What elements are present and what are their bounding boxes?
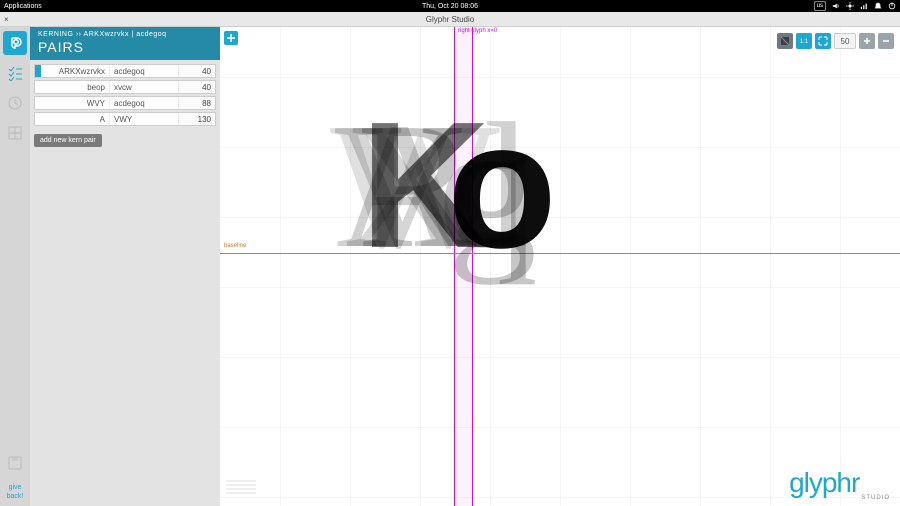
kern-pairs-table: ARKXwzrvkx acdegoq 40 beop xvcw 40 WVY a… xyxy=(34,64,216,126)
window-title: Glyphr Studio xyxy=(0,15,900,24)
right-glyph-d: d xyxy=(438,96,528,276)
brand-name: glyphr xyxy=(789,467,859,498)
view-toolbar: 1:1 50 xyxy=(777,33,894,49)
zoom-percent-field[interactable]: 50 xyxy=(834,33,856,49)
nav-main-logo[interactable] xyxy=(3,31,27,55)
toggle-dark-button[interactable] xyxy=(777,33,793,49)
kern-value[interactable]: 88 xyxy=(179,97,215,109)
kern-pair-row[interactable]: beop xvcw 40 xyxy=(34,80,216,94)
svg-text:1:1: 1:1 xyxy=(800,39,809,45)
kern-right-group: xvcw xyxy=(110,81,179,93)
left-glyph-V: V xyxy=(333,96,463,276)
nav-guides-icon[interactable] xyxy=(3,121,27,145)
canvas-tool-button[interactable] xyxy=(224,31,238,45)
zoom-fit-button[interactable] xyxy=(815,33,831,49)
canvas-stamp xyxy=(226,477,256,497)
left-nav-rail: give back! xyxy=(0,27,30,506)
kern-left-group: A xyxy=(41,113,110,125)
right-glyph-q: q xyxy=(448,96,538,276)
panel-header: KERNING ›› ARKXwzrvkx | acdegoq PAIRS xyxy=(30,27,220,60)
kern-pair-row[interactable]: WVY acdegoq 88 xyxy=(34,96,216,110)
kern-pair-row[interactable]: ARKXwzrvkx acdegoq 40 xyxy=(34,64,216,78)
applications-menu[interactable]: Applications xyxy=(4,3,42,10)
kern-right-group: acdegoq xyxy=(110,97,179,109)
kern-value[interactable]: 40 xyxy=(179,81,215,93)
kern-left-edge-guide[interactable] xyxy=(454,27,455,506)
brightness-icon[interactable] xyxy=(846,2,854,10)
os-clock: Thu, Oct 20 08:06 xyxy=(0,3,900,10)
notifications-icon[interactable] xyxy=(874,2,882,10)
right-glyph-o: o xyxy=(447,96,557,276)
brand-logo: glyphrSTUDIO xyxy=(789,467,890,501)
kern-right-group: VWY xyxy=(110,113,179,125)
kern-left-group: WVY xyxy=(41,97,110,109)
nav-save-icon[interactable] xyxy=(3,451,27,475)
side-panel: KERNING ›› ARKXwzrvkx | acdegoq PAIRS AR… xyxy=(30,27,220,506)
zoom-out-button[interactable] xyxy=(878,33,894,49)
keyboard-layout-indicator[interactable]: us xyxy=(814,1,826,11)
right-glyph-origin-label: right glyph x=0 xyxy=(458,28,497,34)
left-glyph-W: W xyxy=(330,96,500,276)
canvas-grid xyxy=(220,27,900,506)
kern-value[interactable]: 40 xyxy=(179,65,215,77)
kern-gap-strip xyxy=(454,27,472,506)
left-glyph-K: K xyxy=(360,96,490,276)
left-glyph-R: R xyxy=(357,96,477,276)
kern-right-group: acdegoq xyxy=(110,65,179,77)
baseline-label: baseline xyxy=(224,243,246,249)
kern-left-group: beop xyxy=(41,81,110,93)
kern-left-group: ARKXwzrvkx xyxy=(41,65,110,77)
baseline-guide xyxy=(220,253,900,254)
nav-checklist-icon[interactable] xyxy=(3,61,27,85)
kern-right-edge-guide[interactable] xyxy=(472,27,473,506)
window-titlebar: × Glyphr Studio xyxy=(0,12,900,27)
network-icon[interactable] xyxy=(860,2,868,10)
add-kern-pair-button[interactable]: add new kern pair xyxy=(34,134,102,147)
os-top-bar: Applications Thu, Oct 20 08:06 us xyxy=(0,0,900,12)
left-glyph-A: A xyxy=(336,96,466,276)
right-glyph-g: g xyxy=(447,96,537,276)
glyph-canvas[interactable]: right glyph x=0 baseline W V A X R K d g… xyxy=(220,27,900,506)
give-back-link[interactable]: give back! xyxy=(7,483,24,506)
zoom-in-button[interactable] xyxy=(859,33,875,49)
brand-sub: STUDIO xyxy=(861,495,890,501)
nav-history-icon[interactable] xyxy=(3,91,27,115)
power-icon[interactable] xyxy=(888,2,896,10)
breadcrumb[interactable]: KERNING ›› ARKXwzrvkx | acdegoq xyxy=(38,31,212,38)
kern-pair-row[interactable]: A VWY 130 xyxy=(34,112,216,126)
kern-value[interactable]: 130 xyxy=(179,113,215,125)
zoom-1to1-button[interactable]: 1:1 xyxy=(796,33,812,49)
volume-icon[interactable] xyxy=(832,2,840,10)
window-close-button[interactable]: × xyxy=(4,15,9,24)
panel-title: PAIRS xyxy=(38,39,212,55)
glyph-preview: W V A X R K d g q o xyxy=(220,27,900,506)
